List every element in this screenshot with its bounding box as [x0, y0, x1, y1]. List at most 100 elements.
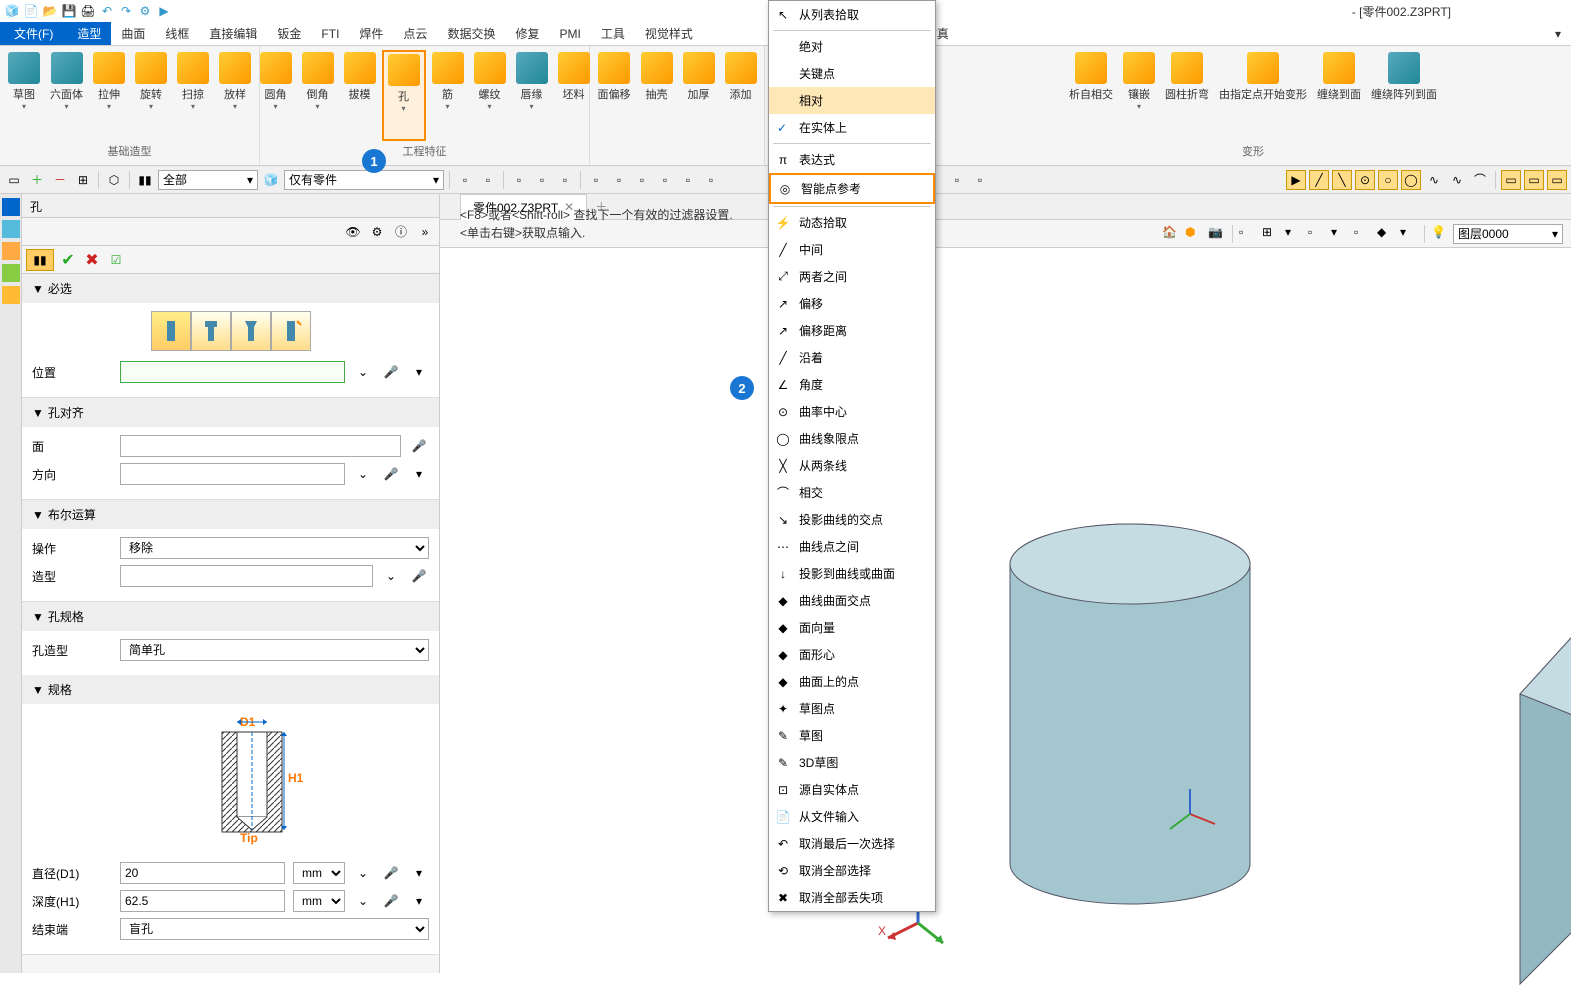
- s10[interactable]: ▭: [1524, 170, 1544, 190]
- depth-input[interactable]: [120, 890, 285, 912]
- redo-icon[interactable]: ↷: [118, 3, 134, 19]
- ribbon-rib[interactable]: 筋▾: [428, 50, 468, 141]
- ctx-在实体上[interactable]: 在实体上✓: [769, 114, 935, 141]
- diameter-input[interactable]: [120, 862, 285, 884]
- side-tree-icon[interactable]: [2, 220, 20, 238]
- ctx-从列表拾取[interactable]: 从列表拾取↖: [769, 1, 935, 28]
- s11[interactable]: ▭: [1547, 170, 1567, 190]
- menu-repair[interactable]: 修复: [505, 22, 549, 45]
- ribbon-lip[interactable]: 唇缘▾: [512, 50, 552, 141]
- save-icon[interactable]: 💾: [61, 3, 77, 19]
- ctx-投影到曲线或曲面[interactable]: 投影到曲线或曲面↓: [769, 560, 935, 587]
- ctx-沿着[interactable]: 沿着╱: [769, 344, 935, 371]
- s6[interactable]: ∿: [1424, 170, 1444, 190]
- pick-icon[interactable]: 🎤: [381, 362, 401, 382]
- play-icon[interactable]: ▶: [1286, 170, 1306, 190]
- open-icon[interactable]: 📂: [42, 3, 58, 19]
- side-box-icon[interactable]: [2, 242, 20, 260]
- tb-i[interactable]: ▫: [655, 170, 675, 190]
- sec-detail[interactable]: ▼ 规格: [22, 675, 439, 704]
- filter-combo[interactable]: 全部▾: [158, 170, 258, 190]
- h-unit[interactable]: mm: [293, 890, 345, 912]
- menu-tools[interactable]: 工具: [591, 22, 635, 45]
- ctx-草图点[interactable]: 草图点✦: [769, 695, 935, 722]
- tb-d[interactable]: ▫: [532, 170, 552, 190]
- bars-icon[interactable]: ▮▮: [135, 170, 155, 190]
- tb-h[interactable]: ▫: [632, 170, 652, 190]
- d-unit[interactable]: mm: [293, 862, 345, 884]
- vt-iso-icon[interactable]: ⬢: [1184, 224, 1204, 244]
- dir-pick-icon[interactable]: 🎤: [381, 464, 401, 484]
- ribbon-emboss[interactable]: 镶嵌▾: [1119, 50, 1159, 141]
- expand-icon[interactable]: ⌄: [353, 362, 373, 382]
- box-icon[interactable]: 🧊: [261, 170, 281, 190]
- ctx-智能点参考[interactable]: 智能点参考◎: [769, 173, 935, 204]
- s2[interactable]: ╲: [1332, 170, 1352, 190]
- eye-icon[interactable]: 👁: [343, 222, 363, 242]
- ctx-中间[interactable]: 中间╱: [769, 236, 935, 263]
- ribbon-box[interactable]: 六面体▾: [46, 50, 87, 141]
- ctx-关键点[interactable]: 关键点: [769, 60, 935, 87]
- ctx-面向量[interactable]: 面向量◆: [769, 614, 935, 641]
- s8[interactable]: ⌒: [1470, 170, 1490, 190]
- ctx-曲面上的点[interactable]: 曲面上的点◆: [769, 668, 935, 695]
- ribbon-selfint[interactable]: 析自相交: [1065, 50, 1117, 141]
- ctx-两者之间[interactable]: 两者之间⤢: [769, 263, 935, 290]
- sec-align[interactable]: ▼ 孔对齐: [22, 398, 439, 427]
- tb-l[interactable]: ▫: [947, 170, 967, 190]
- op-select[interactable]: 移除: [120, 537, 429, 559]
- ctx-绝对[interactable]: 绝对: [769, 33, 935, 60]
- vt-g[interactable]: ◆: [1376, 224, 1396, 244]
- menu-surface[interactable]: 曲面: [111, 22, 155, 45]
- vt-b[interactable]: ⊞: [1261, 224, 1281, 244]
- ribbon-cylbend[interactable]: 圆柱折弯: [1161, 50, 1213, 141]
- ribbon-sweep[interactable]: 扫掠▾: [173, 50, 213, 141]
- ribbon-chamfer[interactable]: 倒角▾: [298, 50, 338, 141]
- ctx-表达式[interactable]: 表达式π: [769, 146, 935, 173]
- ctx-曲线点之间[interactable]: 曲线点之间⋯: [769, 533, 935, 560]
- menu-direct-edit[interactable]: 直接编辑: [199, 22, 267, 45]
- hole-mode-icon[interactable]: ▮▮: [26, 249, 54, 271]
- minus-icon[interactable]: －: [50, 170, 70, 190]
- face-pick-icon[interactable]: 🎤: [409, 436, 429, 456]
- menu-file[interactable]: 文件(F): [0, 22, 67, 45]
- gear-icon[interactable]: ⚙: [367, 222, 387, 242]
- vt-cam-icon[interactable]: 📷: [1207, 224, 1227, 244]
- viewport[interactable]: 零件002.Z3PRT✕ ＋ 🏠 ⬢ 📷 ▫ ⊞ ▾ ▫ ▾ ▫ ◆ ▾ 💡 图…: [440, 194, 1571, 973]
- ctx-曲线曲面交点[interactable]: 曲线曲面交点◆: [769, 587, 935, 614]
- vt-home-icon[interactable]: 🏠: [1161, 224, 1181, 244]
- ctx-投影曲线的交点[interactable]: 投影曲线的交点↘: [769, 506, 935, 533]
- hex-icon[interactable]: ⬡: [104, 170, 124, 190]
- ctx-取消最后一次选择[interactable]: 取消最后一次选择↶: [769, 830, 935, 857]
- side-model-icon[interactable]: [2, 198, 20, 216]
- ctx-取消全部选择[interactable]: 取消全部选择⟲: [769, 857, 935, 884]
- vt-h[interactable]: ▾: [1399, 224, 1419, 244]
- ctx-取消全部丢失项[interactable]: 取消全部丢失项✖: [769, 884, 935, 911]
- ctx-偏移距离[interactable]: 偏移距离↗: [769, 317, 935, 344]
- tb-m[interactable]: ▫: [970, 170, 990, 190]
- cursor-icon[interactable]: ▭: [4, 170, 24, 190]
- shape-input[interactable]: [120, 565, 373, 587]
- position-input[interactable]: [120, 361, 345, 383]
- ribbon-sketch[interactable]: 草图▾: [4, 50, 44, 141]
- side-img-icon[interactable]: [2, 264, 20, 282]
- menu-modeling[interactable]: 造型: [67, 22, 111, 45]
- ribbon-fillet[interactable]: 圆角▾: [256, 50, 296, 141]
- tb-c[interactable]: ▫: [509, 170, 529, 190]
- hole-type-4[interactable]: [271, 311, 311, 351]
- tb-a[interactable]: ▫: [455, 170, 475, 190]
- mode-combo[interactable]: 仅有零件▾: [284, 170, 444, 190]
- play-icon[interactable]: ▶: [156, 3, 172, 19]
- hole-type-3[interactable]: [231, 311, 271, 351]
- ribbon-thicken[interactable]: 加厚: [679, 50, 719, 145]
- ctx-动态拾取[interactable]: 动态拾取⚡: [769, 209, 935, 236]
- ctx-源自实体点[interactable]: 源自实体点⊡: [769, 776, 935, 803]
- more-icon[interactable]: ▾: [409, 362, 429, 382]
- s5[interactable]: ◯: [1401, 170, 1421, 190]
- ribbon-revolve[interactable]: 旋转▾: [131, 50, 171, 141]
- new-icon[interactable]: 📄: [23, 3, 39, 19]
- ctx-面形心[interactable]: 面形心◆: [769, 641, 935, 668]
- menu-sheetmetal[interactable]: 钣金: [267, 22, 311, 45]
- info-icon[interactable]: ⓘ: [391, 222, 411, 242]
- sec-bool[interactable]: ▼ 布尔运算: [22, 500, 439, 529]
